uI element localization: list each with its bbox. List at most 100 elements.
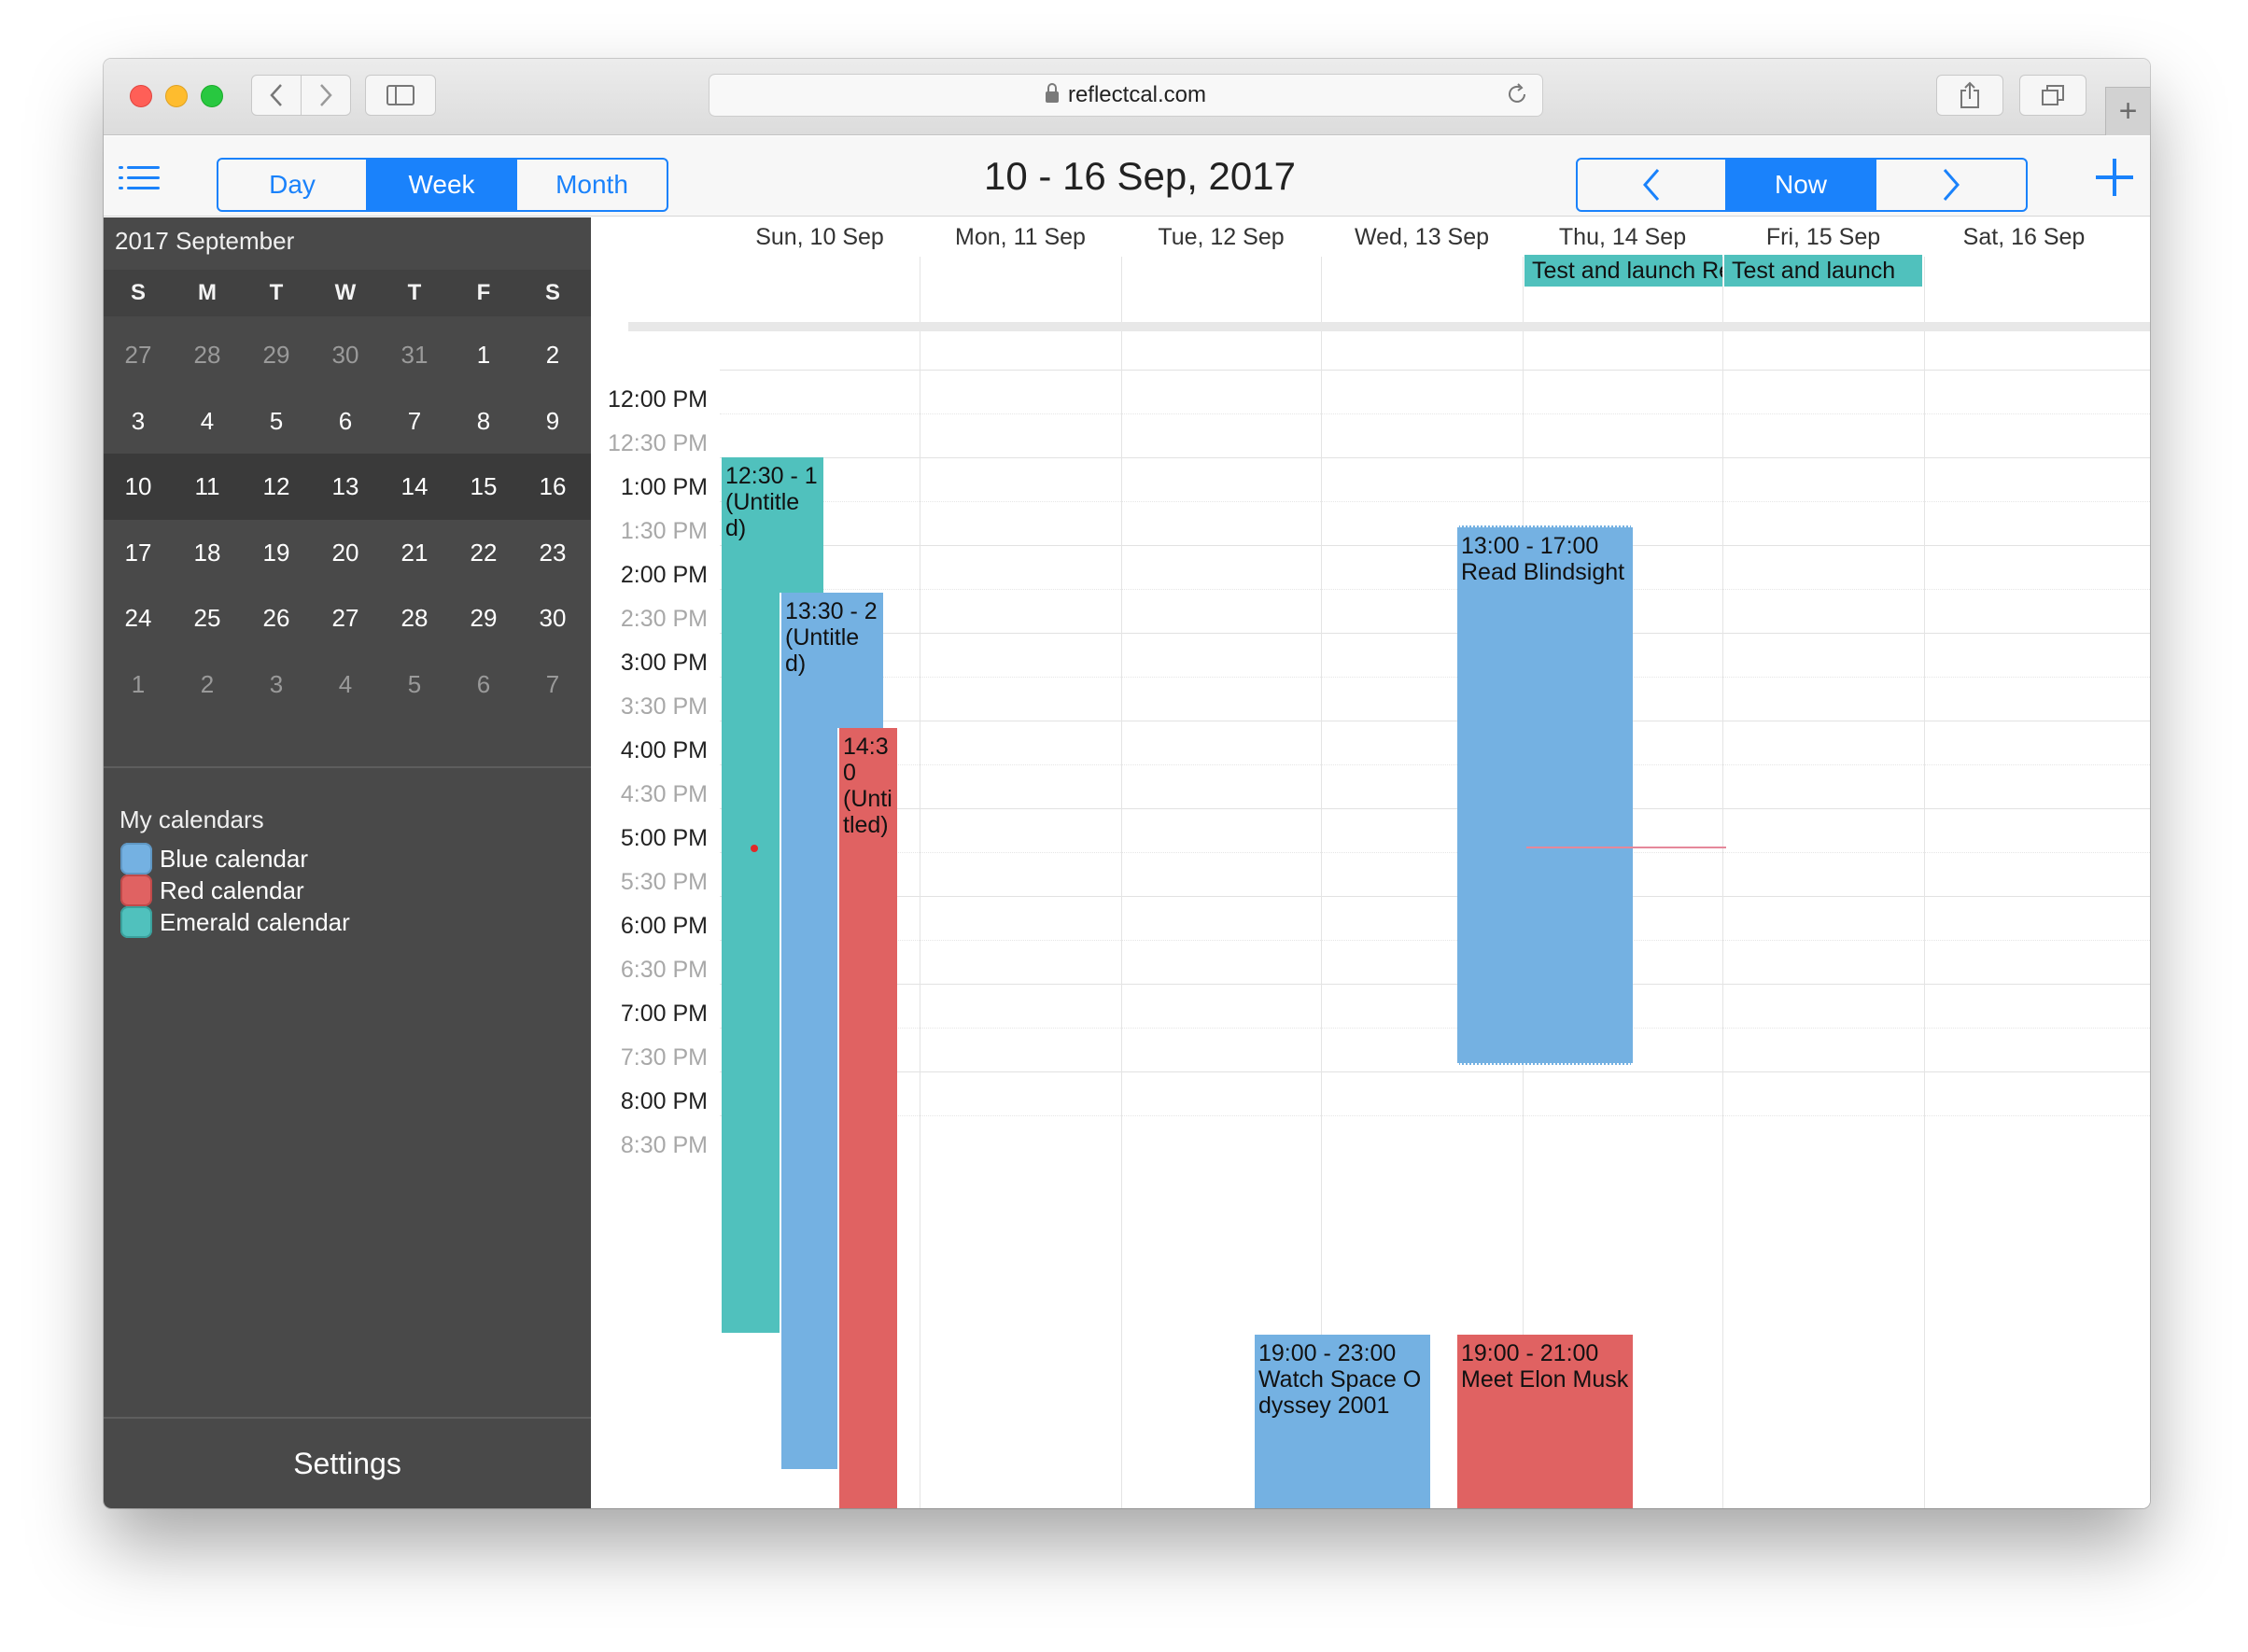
mini-calendar-day[interactable]: 5 bbox=[242, 388, 311, 455]
mini-calendar-day[interactable]: 23 bbox=[518, 520, 587, 586]
column-divider bbox=[1924, 331, 1925, 1508]
event-time: 19:00 - 21:00 bbox=[1461, 1340, 1599, 1366]
url-text: reflectcal.com bbox=[1067, 82, 1207, 107]
mini-calendar-day[interactable]: 4 bbox=[311, 651, 380, 718]
all-day-separator bbox=[628, 322, 2150, 331]
calendar-item-red[interactable]: Red calendar bbox=[120, 875, 304, 906]
prev-week-button[interactable] bbox=[1578, 160, 1727, 210]
event-title: Read Blindsight bbox=[1461, 559, 1625, 585]
mini-calendar-day[interactable]: 19 bbox=[242, 520, 311, 586]
mini-calendar-day[interactable]: 16 bbox=[518, 454, 587, 520]
mini-calendar-day[interactable]: 6 bbox=[311, 388, 380, 455]
mini-calendar-day[interactable]: 28 bbox=[173, 322, 242, 388]
mini-calendar-day[interactable]: 18 bbox=[173, 520, 242, 586]
calendar-item-emerald[interactable]: Emerald calendar bbox=[120, 906, 350, 938]
mini-calendar-title: 2017 September bbox=[115, 227, 295, 255]
all-day-event[interactable]: Test and launch Reflect bbox=[1524, 255, 1722, 287]
time-label: 6:00 PM bbox=[620, 913, 708, 939]
sidebar: 2017 September S M T W T F S 27 28 29 30 31 1… bbox=[104, 217, 591, 1508]
mini-calendar-day[interactable]: 1 bbox=[104, 651, 173, 718]
chevron-left-icon bbox=[270, 84, 282, 106]
all-day-event[interactable]: Test and launch bbox=[1724, 255, 1922, 287]
mini-calendar-day[interactable]: 27 bbox=[311, 585, 380, 651]
event-block[interactable]: 14:30 (Untitled) bbox=[837, 728, 897, 1508]
calendar-item-blue[interactable]: Blue calendar bbox=[120, 843, 308, 875]
close-window-button[interactable] bbox=[130, 85, 152, 107]
mini-calendar-day[interactable]: 17 bbox=[104, 520, 173, 586]
mini-calendar-day[interactable]: 4 bbox=[173, 388, 242, 455]
mini-calendar-day[interactable]: 22 bbox=[449, 520, 518, 586]
list-icon[interactable] bbox=[119, 164, 160, 192]
grid-line bbox=[720, 545, 2150, 546]
event-time: 14:30 bbox=[843, 734, 889, 786]
browser-forward-button[interactable] bbox=[301, 75, 351, 116]
day-header-mon[interactable]: Mon, 11 Sep bbox=[920, 217, 1121, 257]
grid-line bbox=[720, 1028, 2150, 1029]
view-month-button[interactable]: Month bbox=[517, 160, 667, 210]
minimize-window-button[interactable] bbox=[165, 85, 188, 107]
day-header-tue[interactable]: Tue, 12 Sep bbox=[1121, 217, 1321, 257]
reload-icon[interactable] bbox=[1505, 82, 1529, 106]
now-button[interactable]: Now bbox=[1727, 160, 1876, 210]
time-label: 1:00 PM bbox=[620, 474, 708, 500]
mini-calendar-day[interactable]: 29 bbox=[449, 585, 518, 651]
mini-calendar-day[interactable]: 29 bbox=[242, 322, 311, 388]
mini-calendar-day[interactable]: 26 bbox=[242, 585, 311, 651]
mini-calendar-day[interactable]: 30 bbox=[518, 585, 587, 651]
mini-calendar-day[interactable]: 1 bbox=[449, 322, 518, 388]
mini-calendar-day[interactable]: 14 bbox=[380, 454, 449, 520]
grid-line bbox=[720, 370, 2150, 371]
time-label: 1:30 PM bbox=[620, 518, 708, 544]
add-event-button[interactable] bbox=[2094, 157, 2135, 198]
column-divider bbox=[1924, 257, 1925, 328]
mini-calendar-day[interactable]: 6 bbox=[449, 651, 518, 718]
calendar-color-swatch bbox=[120, 875, 152, 906]
weekday-label: T bbox=[407, 280, 422, 305]
mini-calendar-day[interactable]: 20 bbox=[311, 520, 380, 586]
mini-calendar-day[interactable]: 2 bbox=[173, 651, 242, 718]
zoom-window-button[interactable] bbox=[201, 85, 223, 107]
mini-calendar-day[interactable]: 15 bbox=[449, 454, 518, 520]
mini-calendar-day[interactable]: 7 bbox=[518, 651, 587, 718]
tab-overview-button[interactable] bbox=[2019, 75, 2086, 116]
view-day-button[interactable]: Day bbox=[218, 160, 368, 210]
mini-calendar-day[interactable]: 7 bbox=[380, 388, 449, 455]
mini-calendar-day[interactable]: 9 bbox=[518, 388, 587, 455]
day-header-sun[interactable]: Sun, 10 Sep bbox=[720, 217, 920, 257]
mini-calendar-day[interactable]: 10 bbox=[104, 454, 173, 520]
mini-calendar-day[interactable]: 12 bbox=[242, 454, 311, 520]
mini-calendar-day[interactable]: 3 bbox=[242, 651, 311, 718]
browser-sidebar-button[interactable] bbox=[365, 75, 436, 116]
day-header-sat[interactable]: Sat, 16 Sep bbox=[1924, 217, 2124, 257]
calendar-name: Blue calendar bbox=[160, 844, 308, 873]
mini-calendar-day[interactable]: 8 bbox=[449, 388, 518, 455]
mini-calendar-day[interactable]: 2 bbox=[518, 322, 587, 388]
mini-calendar-day[interactable]: 27 bbox=[104, 322, 173, 388]
view-week-button[interactable]: Week bbox=[368, 160, 517, 210]
event-block[interactable]: 19:00 - 23:00 Watch Space Odyssey 2001 bbox=[1255, 1335, 1430, 1508]
grid-line bbox=[720, 764, 2150, 765]
mini-calendar-day[interactable]: 11 bbox=[173, 454, 242, 520]
event-title: (Untitled) bbox=[725, 489, 800, 541]
new-tab-button[interactable]: + bbox=[2105, 87, 2150, 135]
next-week-button[interactable] bbox=[1876, 160, 2026, 210]
day-header-fri[interactable]: Fri, 15 Sep bbox=[1722, 217, 1924, 257]
mini-calendar-day[interactable]: 30 bbox=[311, 322, 380, 388]
day-header-wed[interactable]: Wed, 13 Sep bbox=[1321, 217, 1523, 257]
share-button[interactable] bbox=[1936, 75, 2003, 116]
mini-calendar-day[interactable]: 3 bbox=[104, 388, 173, 455]
day-header-thu[interactable]: Thu, 14 Sep bbox=[1523, 217, 1722, 257]
event-block[interactable]: 13:00 - 17:00 Read Blindsight bbox=[1457, 525, 1633, 1065]
event-block[interactable]: 19:00 - 21:00 Meet Elon Musk bbox=[1457, 1335, 1633, 1508]
settings-button[interactable]: Settings bbox=[104, 1419, 591, 1508]
mini-calendar-day[interactable]: 21 bbox=[380, 520, 449, 586]
mini-calendar-day[interactable]: 25 bbox=[173, 585, 242, 651]
mini-calendar-day[interactable]: 13 bbox=[311, 454, 380, 520]
mini-calendar-day[interactable]: 5 bbox=[380, 651, 449, 718]
browser-back-button[interactable] bbox=[251, 75, 302, 116]
mini-calendar-day[interactable]: 28 bbox=[380, 585, 449, 651]
mini-calendar-day[interactable]: 31 bbox=[380, 322, 449, 388]
time-label: 4:00 PM bbox=[620, 737, 708, 763]
mini-calendar-day[interactable]: 24 bbox=[104, 585, 173, 651]
address-bar[interactable]: reflectcal.com bbox=[709, 74, 1543, 117]
